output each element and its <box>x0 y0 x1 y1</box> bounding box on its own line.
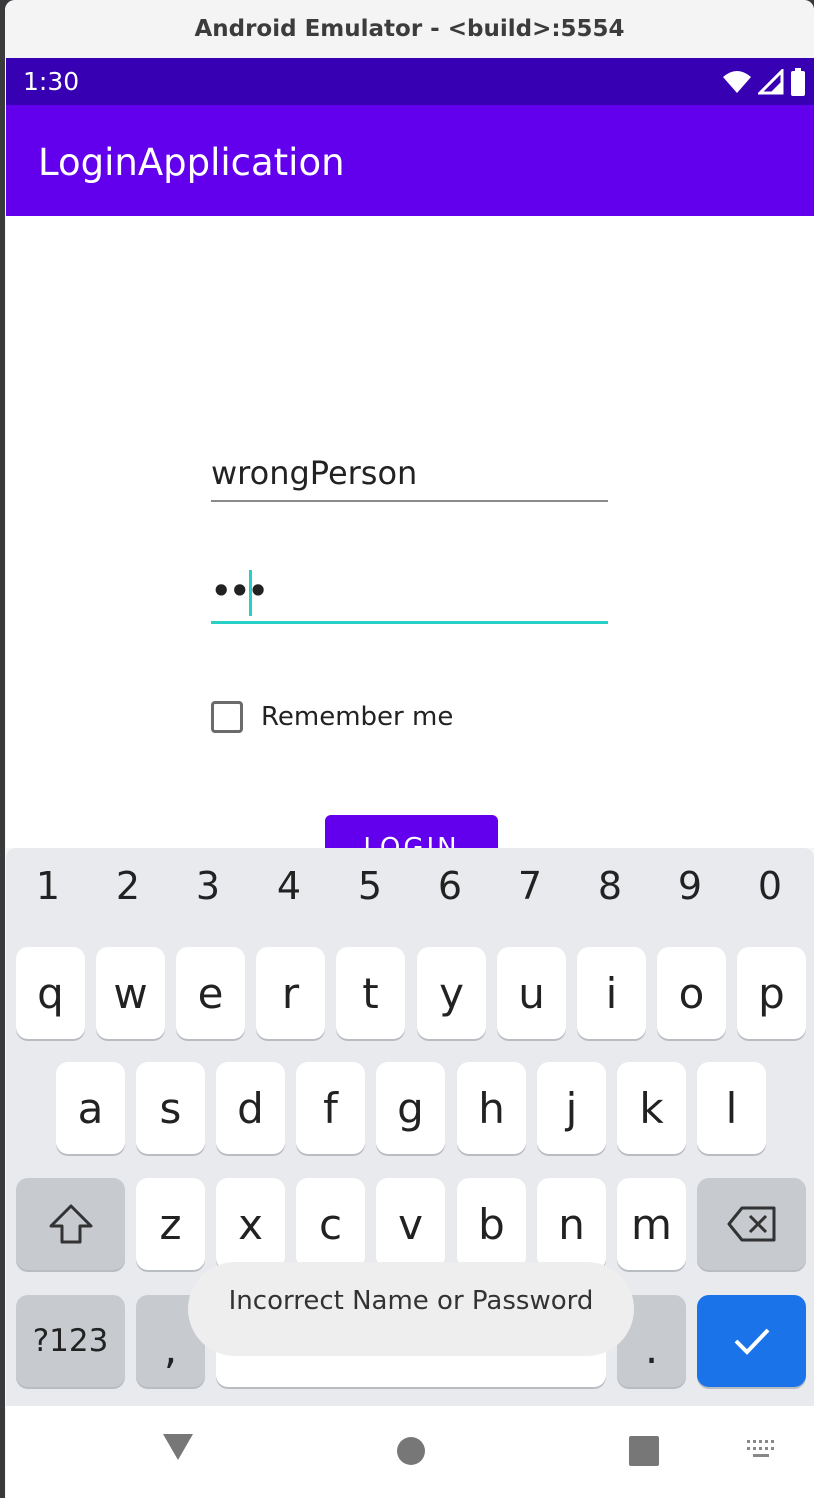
key-g[interactable]: g <box>376 1062 445 1154</box>
backspace-icon <box>727 1206 775 1242</box>
back-triangle-icon[interactable] <box>161 1432 195 1462</box>
key-q[interactable]: q <box>16 947 85 1039</box>
key-n[interactable]: n <box>537 1178 606 1270</box>
key-j[interactable]: j <box>537 1062 606 1154</box>
key-8[interactable]: 8 <box>570 864 650 908</box>
key-e[interactable]: e <box>176 947 245 1039</box>
key-1[interactable]: 1 <box>8 864 88 908</box>
password-value: ••• <box>211 572 268 610</box>
key-a[interactable]: a <box>56 1062 125 1154</box>
key-t[interactable]: t <box>336 947 405 1039</box>
username-value: wrongPerson <box>211 454 418 492</box>
keyboard-switch-icon[interactable] <box>747 1440 779 1460</box>
enter-key[interactable] <box>697 1295 806 1387</box>
error-toast: Incorrect Name or Password <box>188 1262 634 1356</box>
username-field[interactable]: wrongPerson <box>211 452 608 502</box>
key-b[interactable]: b <box>457 1178 526 1270</box>
password-field[interactable]: ••• <box>211 568 608 624</box>
battery-icon <box>791 68 805 96</box>
key-s[interactable]: s <box>136 1062 205 1154</box>
key-u[interactable]: u <box>497 947 566 1039</box>
key-c[interactable]: c <box>296 1178 365 1270</box>
key-l[interactable]: l <box>697 1062 766 1154</box>
key-d[interactable]: d <box>216 1062 285 1154</box>
remember-me-checkbox[interactable] <box>211 701 243 733</box>
key-9[interactable]: 9 <box>650 864 730 908</box>
key-p[interactable]: p <box>737 947 806 1039</box>
number-row: 1 2 3 4 5 6 7 8 9 0 <box>6 864 814 924</box>
key-r[interactable]: r <box>256 947 325 1039</box>
app-bar: LoginApplication <box>6 105 814 216</box>
wifi-icon <box>723 71 751 93</box>
backspace-key[interactable] <box>697 1178 806 1270</box>
window-title-bar: Android Emulator - <build>:5554 <box>5 0 814 58</box>
window-title: Android Emulator - <build>:5554 <box>194 16 625 42</box>
toast-message: Incorrect Name or Password <box>228 1286 594 1316</box>
key-i[interactable]: i <box>577 947 646 1039</box>
status-icons <box>722 68 806 96</box>
emulator-window: Android Emulator - <build>:5554 1:30 Log… <box>5 0 814 1498</box>
remember-me-row[interactable]: Remember me <box>211 701 453 733</box>
key-m[interactable]: m <box>617 1178 686 1270</box>
key-o[interactable]: o <box>657 947 726 1039</box>
login-form: wrongPerson ••• Remember me LOGIN <box>6 216 814 895</box>
shift-icon <box>49 1204 92 1244</box>
key-6[interactable]: 6 <box>410 864 490 908</box>
home-circle-icon[interactable] <box>396 1436 426 1466</box>
text-cursor <box>249 570 252 616</box>
symbols-key[interactable]: ?123 <box>16 1295 125 1387</box>
key-w[interactable]: w <box>96 947 165 1039</box>
signal-icon <box>758 69 784 95</box>
key-2[interactable]: 2 <box>88 864 168 908</box>
remember-me-label: Remember me <box>261 702 454 732</box>
key-k[interactable]: k <box>617 1062 686 1154</box>
checkmark-icon <box>734 1328 769 1355</box>
key-3[interactable]: 3 <box>168 864 248 908</box>
key-7[interactable]: 7 <box>490 864 570 908</box>
status-bar: 1:30 <box>6 58 814 105</box>
key-5[interactable]: 5 <box>330 864 410 908</box>
recents-square-icon[interactable] <box>629 1436 659 1466</box>
key-f[interactable]: f <box>296 1062 365 1154</box>
key-h[interactable]: h <box>457 1062 526 1154</box>
key-0[interactable]: 0 <box>730 864 810 908</box>
key-y[interactable]: y <box>417 947 486 1039</box>
key-z[interactable]: z <box>136 1178 205 1270</box>
key-x[interactable]: x <box>216 1178 285 1270</box>
navigation-bar <box>6 1406 814 1498</box>
key-v[interactable]: v <box>376 1178 445 1270</box>
shift-key[interactable] <box>16 1178 125 1270</box>
key-4[interactable]: 4 <box>249 864 329 908</box>
app-title: LoginApplication <box>38 141 345 184</box>
status-time: 1:30 <box>23 67 80 96</box>
